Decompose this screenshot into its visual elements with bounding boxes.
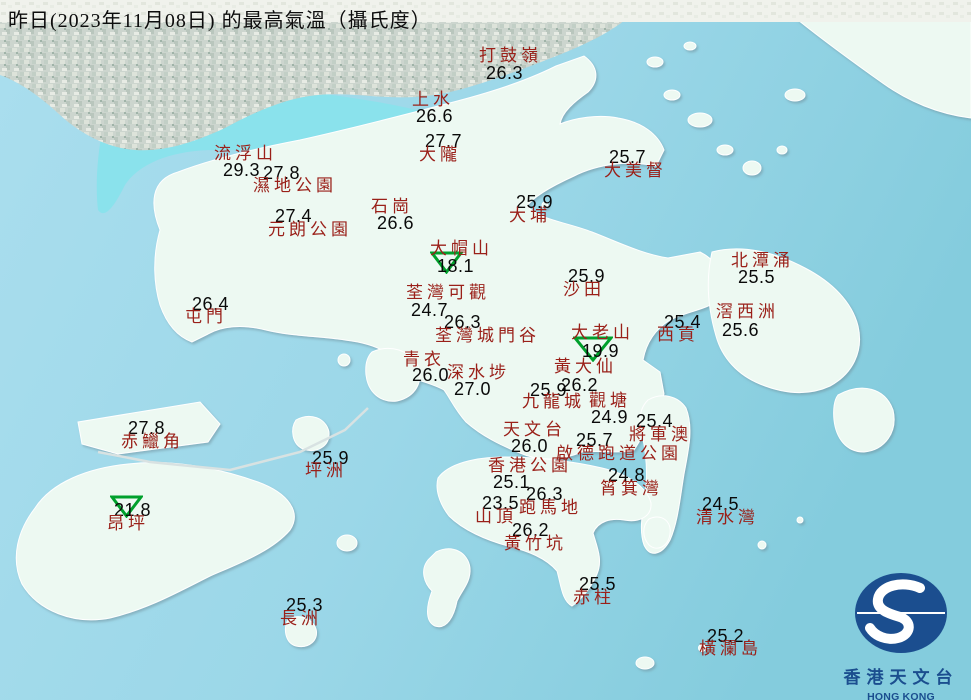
station-name: 深水埗 bbox=[447, 363, 510, 382]
station-name: 觀塘 bbox=[589, 391, 631, 410]
station-name: 坪洲 bbox=[305, 461, 347, 480]
station-name: 跑馬地 bbox=[519, 498, 582, 517]
station-name: 啟德跑道公園 bbox=[556, 444, 682, 463]
station-value: 24.7 bbox=[411, 300, 449, 320]
island-tap-mun bbox=[742, 160, 762, 176]
station-value: 26.0 bbox=[511, 436, 549, 456]
station-name: 沙田 bbox=[563, 280, 605, 299]
hko-logo: 香港天文台 HONG KONG OBSERVATORY bbox=[828, 566, 971, 700]
station-name: 筲箕灣 bbox=[600, 479, 663, 498]
island-hei-ling-chau bbox=[336, 534, 358, 552]
station-name: 天文台 bbox=[503, 420, 566, 439]
island-mirs-2 bbox=[683, 41, 697, 51]
map-title: 昨日(2023年11月08日) 的最高氣溫（攝氏度） bbox=[8, 10, 432, 32]
station-name: 元朗公園 bbox=[268, 220, 352, 239]
station-name: 青衣 bbox=[403, 350, 445, 369]
island-mirs-3 bbox=[784, 88, 806, 102]
station-name: 大帽山 bbox=[430, 239, 493, 258]
station-name: 赤柱 bbox=[573, 588, 615, 607]
station-name: 屯門 bbox=[185, 307, 227, 326]
weather-map: 26.3 打鼓嶺 26.6 上水 27.7 大隴 29.3 流浮山 27.8 濕地公園 27.4 元朗… bbox=[0, 0, 971, 700]
station-value: 25.5 bbox=[738, 267, 776, 287]
land-high-island bbox=[833, 387, 895, 453]
hko-logo-icon bbox=[855, 573, 947, 653]
station-value: 26.6 bbox=[416, 106, 454, 126]
station-name: 九龍城 bbox=[522, 392, 585, 411]
station-name: 滘西洲 bbox=[716, 302, 779, 321]
station-name: 黃竹坑 bbox=[504, 534, 567, 553]
station-value: 26.6 bbox=[377, 213, 415, 233]
station-name: 荃灣城門谷 bbox=[435, 326, 540, 345]
island-crooked-2 bbox=[663, 89, 681, 101]
island-crooked-1 bbox=[687, 112, 713, 128]
station-name: 赤鱲角 bbox=[121, 432, 184, 451]
island-grass bbox=[776, 145, 788, 155]
station-name: 大埔 bbox=[509, 206, 551, 225]
station-name: 大老山 bbox=[571, 323, 634, 342]
station-value: 18.1 bbox=[437, 256, 475, 276]
station-name: 清水灣 bbox=[696, 508, 759, 527]
station-name: 黃大仙 bbox=[554, 357, 617, 376]
hko-logo-name-cn: 香港天文台 bbox=[843, 668, 959, 687]
station-name: 濕地公園 bbox=[253, 176, 337, 195]
island-crooked-3 bbox=[716, 144, 734, 156]
island-shek-o bbox=[643, 516, 671, 549]
station-value: 27.0 bbox=[454, 379, 492, 399]
station-name: 橫瀾島 bbox=[699, 639, 762, 658]
hong-kong-map bbox=[0, 0, 971, 700]
station-value: 24.9 bbox=[591, 407, 629, 427]
island-port-shelter-2 bbox=[796, 516, 804, 524]
station-name: 西貢 bbox=[657, 325, 699, 344]
station-value: 25.1 bbox=[493, 472, 531, 492]
hko-logo-name-en: HONG KONG OBSERVATORY bbox=[867, 691, 935, 700]
station-name: 打鼓嶺 bbox=[479, 46, 542, 65]
station-value: 26.3 bbox=[486, 63, 524, 83]
island-po-toi bbox=[635, 656, 655, 670]
island-port-shelter-1 bbox=[757, 540, 767, 550]
station-name: 大隴 bbox=[419, 145, 461, 164]
island-mirs-1 bbox=[646, 56, 664, 68]
station-name: 荃灣可觀 bbox=[406, 283, 490, 302]
station-name: 北潭涌 bbox=[731, 251, 794, 270]
station-name: 將軍澳 bbox=[629, 425, 692, 444]
station-name: 長洲 bbox=[280, 609, 322, 628]
station-name: 石崗 bbox=[371, 197, 413, 216]
station-name: 大美督 bbox=[604, 161, 667, 180]
station-name: 流浮山 bbox=[214, 144, 277, 163]
station-name: 上水 bbox=[412, 90, 454, 109]
station-name: 昂坪 bbox=[107, 514, 149, 533]
station-name: 香港公園 bbox=[488, 456, 572, 475]
station-value: 25.6 bbox=[722, 320, 760, 340]
station-name: 山頂 bbox=[475, 507, 517, 526]
island-ma-wan bbox=[337, 353, 351, 367]
